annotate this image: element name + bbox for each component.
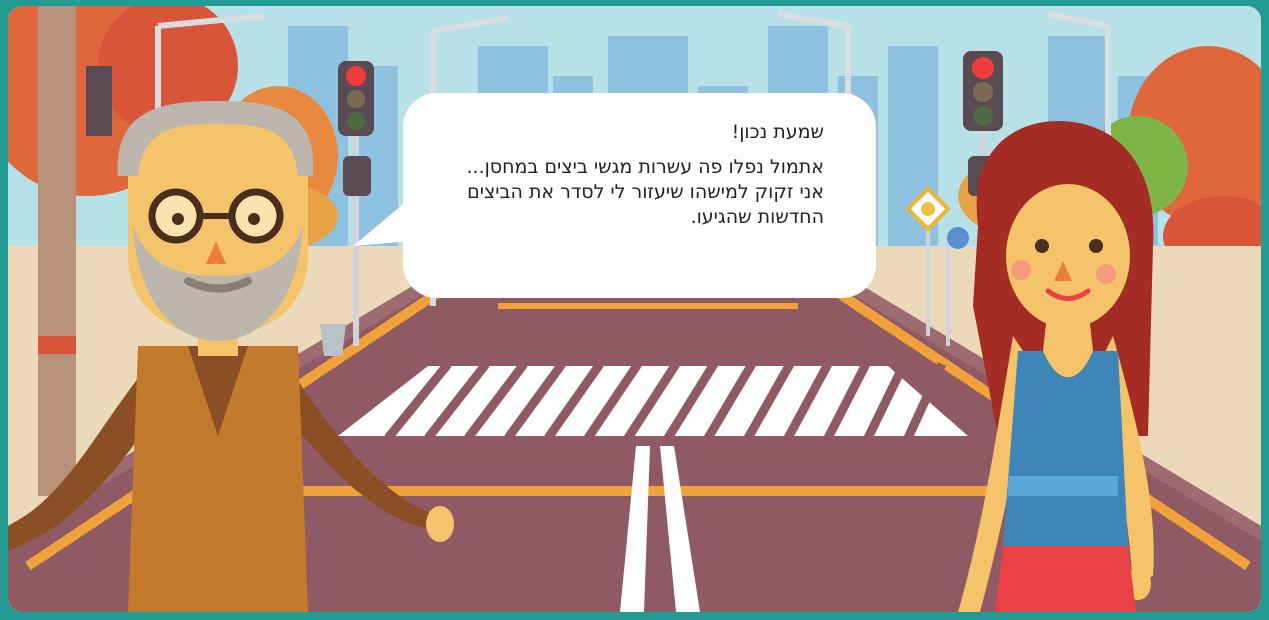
game-frame: שמעת נכון! אתמול נפלו פה עשרות מגשי ביצי…	[0, 0, 1269, 620]
game-stage: שמעת נכון! אתמול נפלו פה עשרות מגשי ביצי…	[8, 6, 1261, 612]
pole	[38, 6, 76, 496]
young-woman-character	[958, 121, 1154, 612]
speech-bubble[interactable]: שמעת נכון! אתמול נפלו פה עשרות מגשי ביצי…	[403, 93, 876, 298]
dialog-exclamation: שמעת נכון!	[731, 121, 824, 143]
crosswalk	[338, 361, 968, 441]
trash-bin	[320, 324, 346, 356]
dialog-text: אתמול נפלו פה עשרות מגשי ביצים במחסן... …	[466, 156, 824, 228]
